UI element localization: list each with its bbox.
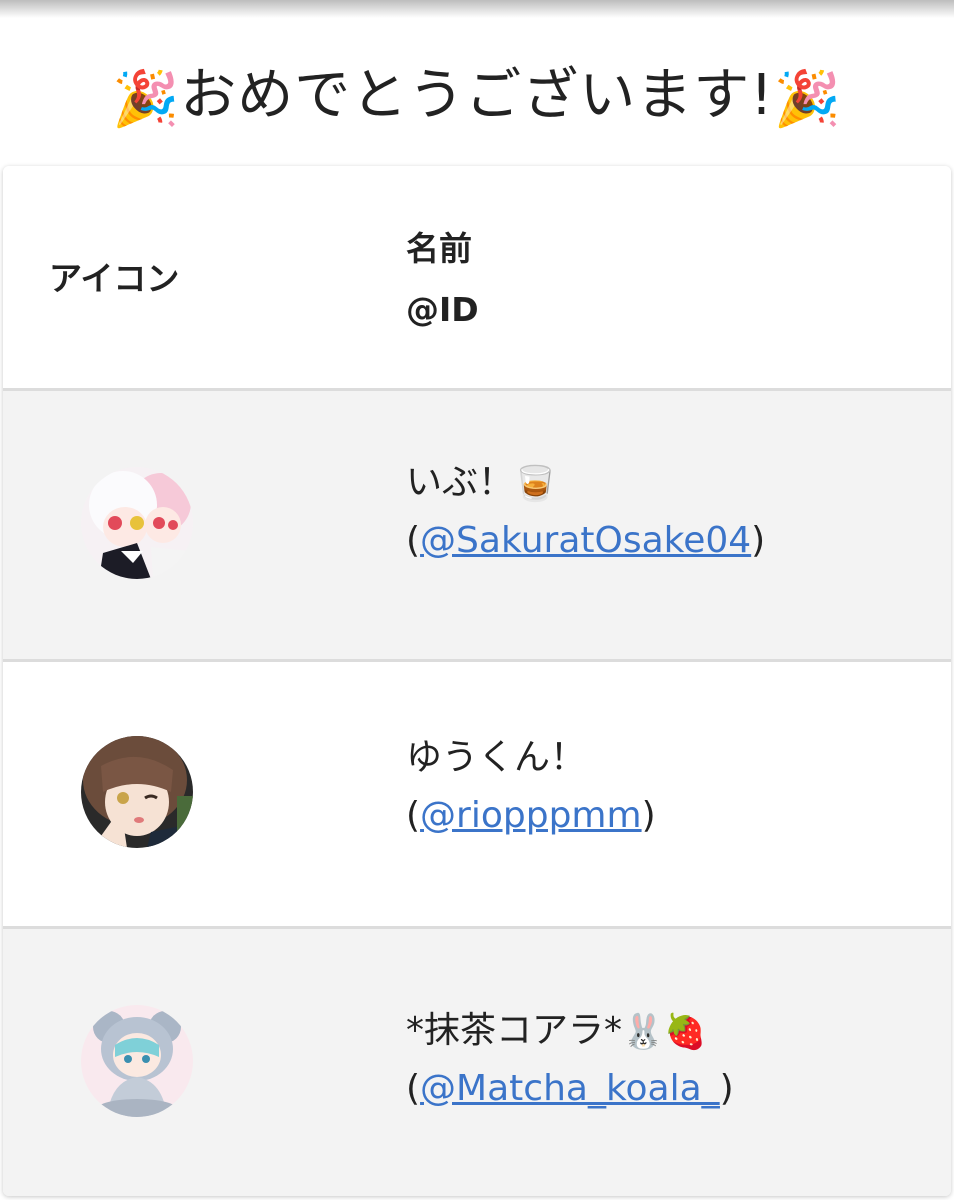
party-popper-icon: 🎉 bbox=[773, 66, 842, 130]
handle-link[interactable]: @Matcha_koala_ bbox=[420, 1068, 720, 1109]
winner-handle: (@Matcha_koala_) bbox=[406, 1067, 734, 1111]
page-title: 🎉おめでとうございます!🎉 bbox=[0, 58, 954, 137]
title-text: おめでとうございます! bbox=[180, 63, 774, 128]
handle-link[interactable]: @riopppmm bbox=[420, 795, 642, 836]
table-row: ゆうくん！ (@riopppmm) bbox=[3, 659, 951, 926]
winner-name: いぶ！🥃 bbox=[406, 461, 556, 506]
header-icon-column: アイコン bbox=[49, 259, 180, 298]
avatar-image-koala-hood-girl bbox=[81, 1005, 193, 1117]
close-paren: ) bbox=[719, 1068, 734, 1109]
avatar[interactable] bbox=[81, 1005, 193, 1117]
rabbit-strawberry-icon: 🐰🍓 bbox=[622, 1012, 707, 1052]
avatar-image-twins-white-pink-hair bbox=[81, 467, 193, 579]
avatar[interactable] bbox=[81, 467, 193, 579]
table-row: いぶ！🥃 (@SakuratOsake04) bbox=[3, 388, 951, 659]
header-name-column: 名前 bbox=[406, 229, 472, 268]
table-row: *抹茶コアラ*🐰🍓 (@Matcha_koala_) bbox=[3, 926, 951, 1196]
party-popper-icon: 🎉 bbox=[112, 66, 181, 130]
whisky-glass-icon: 🥃 bbox=[514, 464, 557, 504]
top-edge-shadow bbox=[0, 0, 954, 18]
open-paren: ( bbox=[406, 1068, 421, 1109]
winner-name: *抹茶コアラ*🐰🍓 bbox=[406, 1009, 707, 1054]
winner-handle: (@riopppmm) bbox=[406, 794, 656, 838]
winners-table: アイコン 名前 @ID いぶ！🥃 (@SakuratOsake04) ゆうくん！… bbox=[3, 166, 951, 1196]
winner-name: ゆうくん！ bbox=[406, 736, 586, 780]
winner-name-text: *抹茶コアラ* bbox=[406, 1010, 623, 1051]
avatar-image-brown-hair-wink bbox=[81, 736, 193, 848]
table-header: アイコン 名前 @ID bbox=[3, 166, 951, 388]
close-paren: ) bbox=[751, 520, 766, 561]
handle-link[interactable]: @SakuratOsake04 bbox=[420, 520, 751, 561]
header-id-column: @ID bbox=[406, 290, 479, 329]
winner-name-text: いぶ！ bbox=[406, 462, 515, 503]
avatar[interactable] bbox=[81, 736, 193, 848]
winner-name-text: ゆうくん！ bbox=[406, 737, 587, 778]
winner-handle: (@SakuratOsake04) bbox=[406, 519, 765, 563]
open-paren: ( bbox=[406, 795, 421, 836]
open-paren: ( bbox=[406, 520, 421, 561]
close-paren: ) bbox=[641, 795, 656, 836]
